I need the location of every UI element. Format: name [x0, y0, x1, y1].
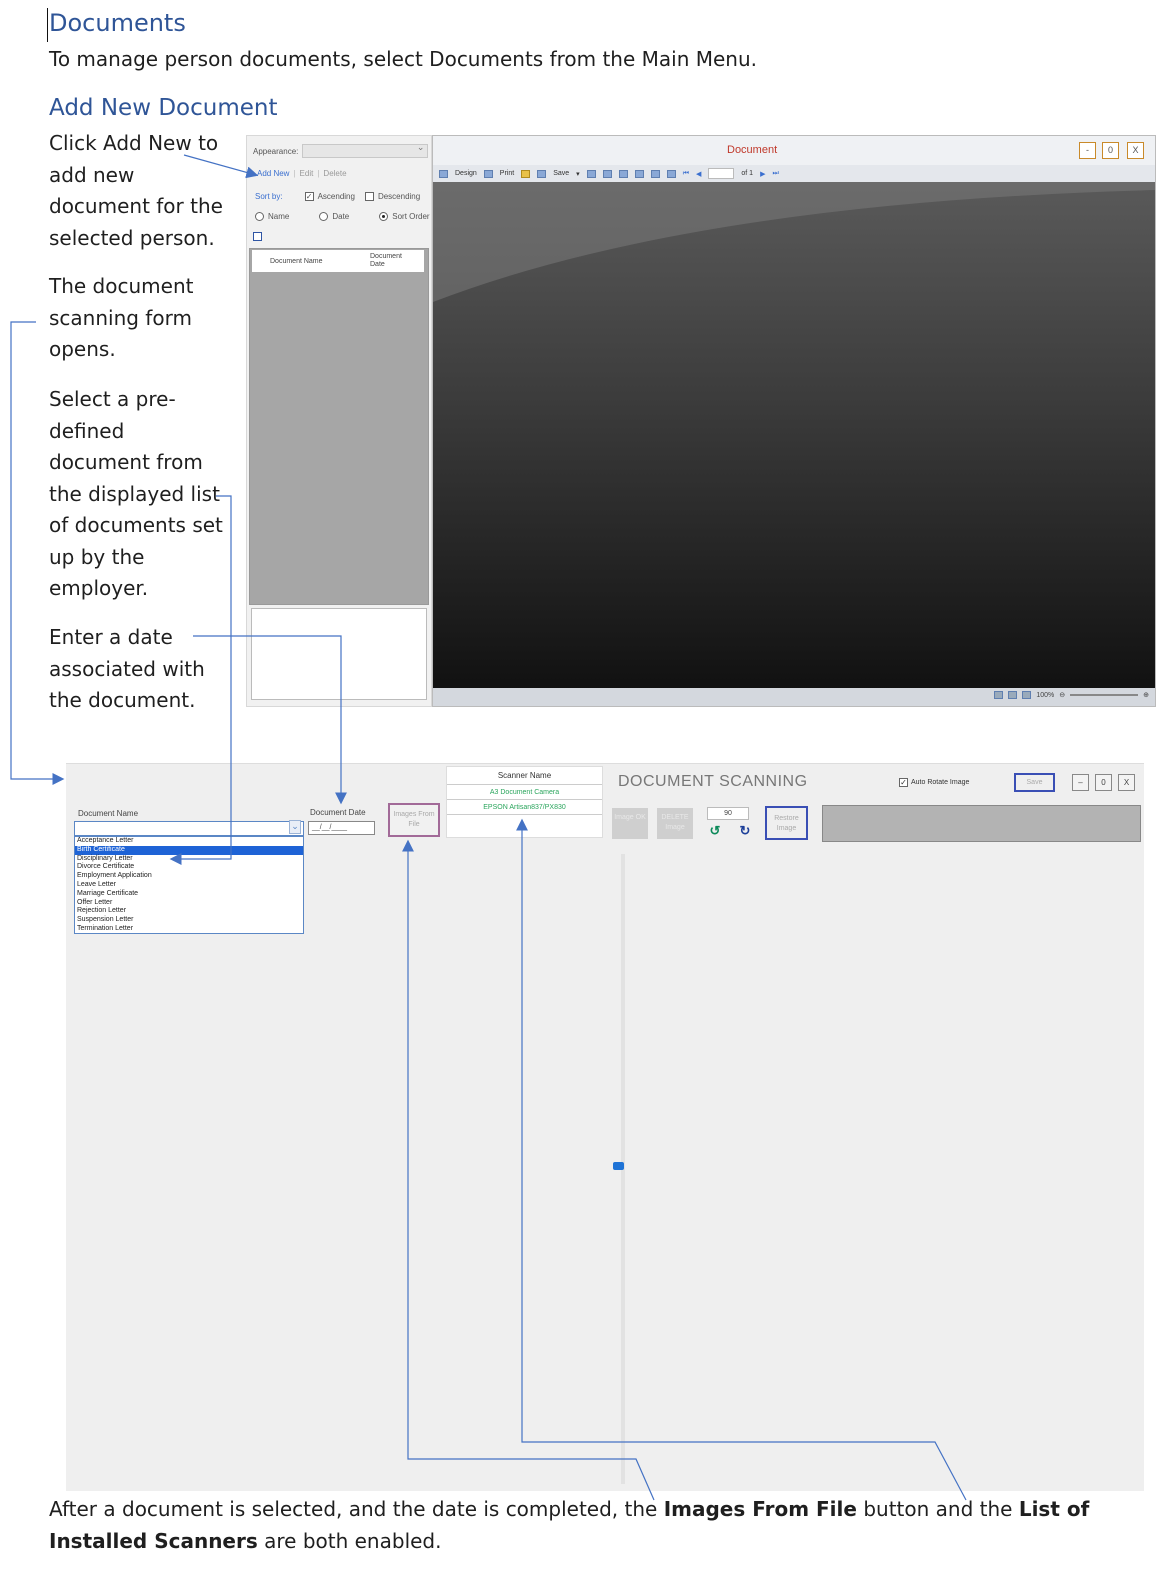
callout-arrows [10, 154, 967, 1501]
arrow-images-from-file [402, 839, 655, 1501]
arrow-add-new [183, 154, 259, 179]
arrow-scanners [516, 818, 967, 1501]
arrow-form-opens [10, 321, 65, 785]
arrow-enter-date [193, 635, 347, 805]
arrow-select-document [169, 495, 232, 865]
